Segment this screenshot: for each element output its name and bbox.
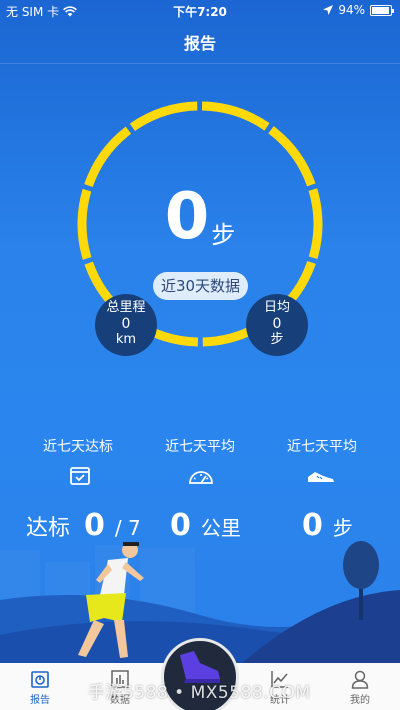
weekly-distance-metric: 0 公里 [170, 508, 241, 543]
steps-display: 0步 [0, 180, 400, 254]
tab-profile[interactable]: 我的 [335, 669, 385, 706]
watermark-text: 手游5588 • MX5588.COM [88, 683, 311, 703]
battery-fill [372, 6, 389, 14]
tab-profile-label: 我的 [350, 695, 370, 706]
weekly-distance-value: 0 [170, 508, 191, 543]
status-bar: 无 SIM 卡 下午7:20 94% [0, 0, 400, 22]
steps-value: 0 [164, 180, 210, 254]
tab-report[interactable]: 报告 [15, 669, 65, 706]
goal-value: 0 [84, 508, 105, 543]
battery-percent: 94% [338, 3, 365, 17]
total-distance-label: 总里程 [106, 300, 146, 315]
total-distance-unit: km [115, 332, 137, 347]
weekly-distance-label: 近七天平均 [165, 439, 235, 455]
speedometer-icon [189, 471, 213, 484]
report-icon [31, 671, 49, 688]
weekly-goal-metric: 达标 0 / 7 [26, 508, 141, 543]
page-title: 报告 [183, 34, 216, 53]
total-distance-value: 0 [121, 316, 131, 332]
total-distance-circle: 总里程 0 km [95, 294, 157, 356]
profile-icon [351, 670, 369, 689]
tab-report-label: 报告 [30, 695, 50, 706]
daily-average-value: 0 [272, 316, 282, 332]
weekly-goal-label: 近七天达标 [43, 439, 113, 455]
weekly-steps-metric: 0 步 [302, 508, 353, 543]
weekly-steps-unit: 步 [332, 516, 353, 540]
goal-suffix: / 7 [114, 516, 141, 540]
period-badge[interactable]: 近30天数据 [153, 272, 248, 300]
weekly-steps-value: 0 [302, 508, 323, 543]
location-arrow-icon [323, 5, 334, 15]
calendar-check-icon [70, 467, 90, 485]
goal-prefix: 达标 [26, 516, 71, 541]
weekly-steps-label: 近七天平均 [287, 439, 357, 455]
status-right: 94% [323, 3, 394, 17]
daily-average-unit: 步 [270, 332, 284, 347]
battery-icon [370, 4, 394, 16]
daily-average-circle: 日均 0 步 [246, 294, 308, 356]
sneaker-icon [308, 472, 334, 482]
daily-average-label: 日均 [263, 300, 290, 315]
steps-unit: 步 [211, 221, 236, 249]
weekly-distance-unit: 公里 [200, 516, 241, 540]
header-divider [0, 63, 400, 64]
